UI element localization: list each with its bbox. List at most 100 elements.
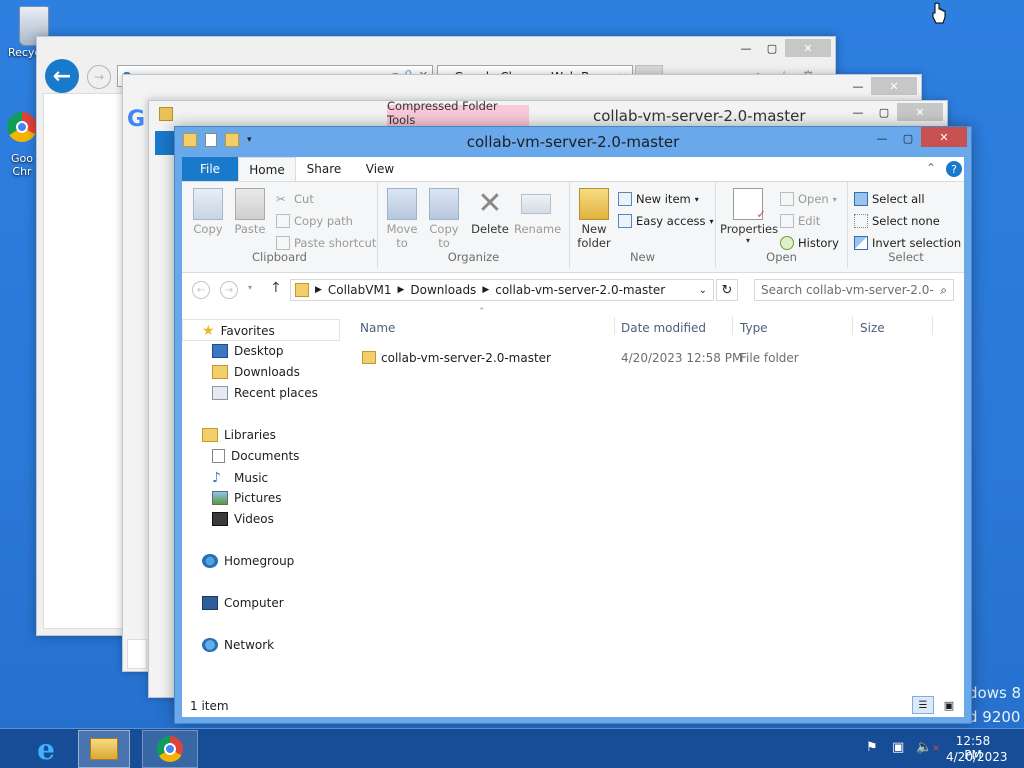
paste-shortcut-button[interactable]: Paste shortcut <box>276 236 376 250</box>
move-to-button[interactable]: Move to <box>384 188 420 250</box>
column-divider <box>852 317 853 335</box>
new-item-button[interactable]: New item ▾ <box>618 192 699 206</box>
address-bar[interactable]: ▶ CollabVM1 ▶ Downloads ▶ collab-vm-serv… <box>290 279 714 301</box>
paste-button[interactable]: Paste <box>232 188 268 236</box>
taskbar-explorer-button[interactable] <box>78 730 130 768</box>
nav-libraries[interactable]: Libraries <box>202 428 276 442</box>
open-button[interactable]: Open ▾ <box>780 192 837 206</box>
move-to-label-1: Move <box>386 222 418 236</box>
pictures-icon <box>212 491 228 505</box>
column-type[interactable]: Type <box>740 321 768 335</box>
invert-selection-button[interactable]: Invert selection <box>854 236 961 250</box>
search-icon[interactable]: ⌕ <box>934 283 953 298</box>
back-maximize-button[interactable]: ▢ <box>871 103 897 121</box>
minimize-button[interactable]: — <box>869 129 895 147</box>
column-divider <box>732 317 733 335</box>
tray-network-icon[interactable]: ▣ <box>892 740 904 755</box>
back-minimize-button[interactable]: — <box>845 103 871 121</box>
chrome-icon <box>7 112 37 142</box>
back-button[interactable]: ← <box>45 59 79 93</box>
easy-access-button[interactable]: Easy access ▾ <box>618 214 714 228</box>
help-icon[interactable]: ? <box>946 161 962 177</box>
ie-close-button[interactable]: ✕ <box>785 39 831 57</box>
nav-homegroup[interactable]: Homegroup <box>202 554 294 568</box>
ie-maximize-button[interactable]: ▢ <box>759 39 785 57</box>
delete-button[interactable]: ✕ Delete <box>470 188 510 237</box>
copy-path-button[interactable]: Copy path <box>276 214 353 228</box>
properties-button[interactable]: ✓ Properties ▾ <box>720 188 779 245</box>
details-view-button[interactable]: ☰ <box>912 696 934 714</box>
open-group: ✓ Properties ▾ Open ▾ Edit History Open <box>716 182 848 268</box>
videos-icon <box>212 512 228 526</box>
close-button[interactable]: ✕ <box>921 127 967 147</box>
recent-dropdown-icon[interactable]: ▾ <box>248 283 252 292</box>
open-label-group: Open <box>766 250 797 264</box>
tray-volume-muted-icon[interactable]: 🔈✕ <box>916 740 940 755</box>
nav-recent[interactable]: Recent places <box>212 386 318 400</box>
copy-to-icon <box>429 188 459 220</box>
column-name[interactable]: Name <box>360 321 395 335</box>
nav-videos[interactable]: Videos <box>212 512 274 526</box>
taskbar-chrome-button[interactable] <box>142 730 198 768</box>
nav-documents[interactable]: Documents <box>212 449 299 463</box>
edit-button[interactable]: Edit <box>780 214 820 228</box>
table-row[interactable]: collab-vm-server-2.0-master 4/20/2023 12… <box>352 349 942 369</box>
address-dropdown-icon[interactable]: ⌄ <box>699 285 713 296</box>
nav-network-label: Network <box>224 638 275 652</box>
tab-file[interactable]: File <box>182 157 238 181</box>
tray-flag-icon[interactable]: ⚑ <box>866 740 878 755</box>
nav-downloads-label: Downloads <box>234 365 300 379</box>
file-name: collab-vm-server-2.0-master <box>381 351 551 365</box>
ie-minimize-button[interactable]: — <box>733 39 759 57</box>
delete-label: Delete <box>471 222 509 236</box>
copy-to-label-1: Copy <box>429 222 459 236</box>
clock-date[interactable]: 4/20/2023 <box>946 750 1008 764</box>
new-folder-label-1: New <box>581 222 607 236</box>
history-button[interactable]: History <box>780 236 839 250</box>
large-icons-view-button[interactable]: ▣ <box>938 696 960 714</box>
rename-button[interactable]: Rename <box>514 188 561 236</box>
forward-button[interactable]: → <box>87 65 111 89</box>
column-size[interactable]: Size <box>860 321 885 335</box>
address-folder-icon <box>295 283 309 297</box>
column-date[interactable]: Date modified <box>621 321 706 335</box>
hand-cursor-icon <box>930 2 946 24</box>
select-all-button[interactable]: Select all <box>854 192 925 206</box>
nav-computer[interactable]: Computer <box>202 596 284 610</box>
back-close-button[interactable]: ✕ <box>897 103 943 121</box>
nav-favorites[interactable]: ★ Favorites <box>202 323 275 339</box>
taskbar-ie-button[interactable]: e <box>24 730 68 768</box>
copy-to-button[interactable]: Copy to <box>426 188 462 250</box>
select-none-button[interactable]: Select none <box>854 214 940 228</box>
documents-icon <box>212 449 225 463</box>
copy-button[interactable]: Copy <box>190 188 226 236</box>
minimize-ribbon-icon[interactable]: ⌃ <box>926 161 936 175</box>
tab-home[interactable]: Home <box>238 157 296 182</box>
crumb-collabvm1[interactable]: CollabVM1 <box>328 283 392 297</box>
up-button[interactable]: ↑ <box>270 280 282 296</box>
crumb-current[interactable]: collab-vm-server-2.0-master <box>495 283 665 297</box>
maximize-button[interactable]: ▢ <box>895 129 921 147</box>
tab-share[interactable]: Share <box>298 157 350 181</box>
cut-button[interactable]: ✂ Cut <box>276 192 314 206</box>
nav-network[interactable]: Network <box>202 638 274 652</box>
nav-music[interactable]: ♪ Music <box>212 470 268 486</box>
file-explorer-icon <box>90 738 118 760</box>
refresh-button[interactable]: ↻ <box>716 279 738 301</box>
nav-back-button[interactable]: ← <box>192 281 210 299</box>
properties-label: Properties <box>720 222 779 236</box>
new-folder-button[interactable]: New folder <box>576 188 612 250</box>
back2-minimize-button[interactable]: — <box>845 77 871 95</box>
nav-desktop[interactable]: Desktop <box>212 344 284 358</box>
tab-view[interactable]: View <box>354 157 406 181</box>
nav-forward-button[interactable]: → <box>220 281 238 299</box>
back2-close-button[interactable]: ✕ <box>871 77 917 95</box>
libraries-icon <box>202 428 218 442</box>
crumb-downloads[interactable]: Downloads <box>410 283 476 297</box>
search-box[interactable]: Search collab-vm-server-2.0-... ⌕ <box>754 279 954 301</box>
nav-pictures[interactable]: Pictures <box>212 491 282 505</box>
explorer-window[interactable]: ▾ collab-vm-server-2.0-master — ▢ ✕ File… <box>174 126 972 724</box>
file-list: ⌃ Name Date modified Type Size collab-vm… <box>352 307 958 693</box>
easy-access-label: Easy access <box>636 214 706 228</box>
nav-downloads[interactable]: Downloads <box>212 365 300 379</box>
